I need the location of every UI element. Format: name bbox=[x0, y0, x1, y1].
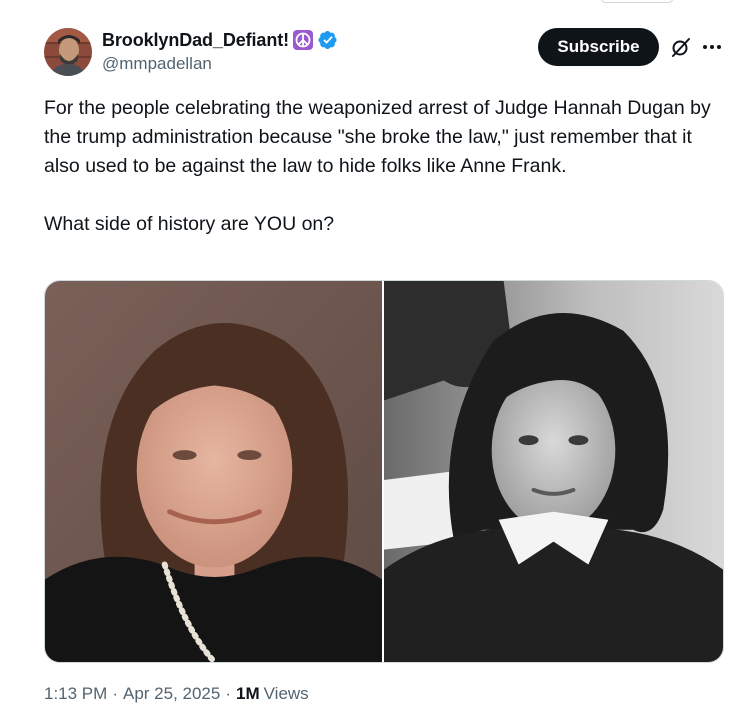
views-label: Views bbox=[263, 684, 309, 703]
author-name-row[interactable]: BrooklynDad_Defiant! bbox=[102, 28, 338, 52]
display-name[interactable]: BrooklynDad_Defiant! bbox=[102, 30, 289, 51]
author-handle[interactable]: @mmpadellan bbox=[102, 54, 212, 74]
grok-icon[interactable] bbox=[669, 35, 693, 59]
tweet-card: BrooklynDad_Defiant! @mmpadellan Subscri… bbox=[0, 0, 752, 726]
subscribe-button[interactable]: Subscribe bbox=[538, 28, 659, 66]
timestamp-time[interactable]: 1:13 PM bbox=[44, 684, 107, 704]
media-grid bbox=[44, 280, 724, 663]
meta-separator: · bbox=[225, 684, 232, 703]
tweet-paragraph: What side of history are YOU on? bbox=[44, 213, 335, 235]
tweet-paragraph: For the people celebrating the weaponize… bbox=[44, 97, 711, 177]
photo-woman-portrait[interactable] bbox=[45, 281, 382, 662]
timestamp-date[interactable]: Apr 25, 2025 bbox=[123, 684, 220, 704]
tweet-text: For the people celebrating the weaponize… bbox=[44, 94, 724, 239]
peace-icon bbox=[292, 29, 314, 51]
avatar[interactable] bbox=[44, 28, 92, 76]
more-icon[interactable] bbox=[700, 35, 724, 59]
verified-badge-icon[interactable] bbox=[318, 30, 338, 50]
views-count[interactable]: 1M bbox=[236, 684, 260, 704]
meta-separator: · bbox=[112, 684, 118, 703]
tweet-meta: 1:13 PM · Apr 25, 2025 · 1M Views bbox=[44, 684, 309, 704]
partial-button-top[interactable] bbox=[600, 0, 674, 3]
photo-anne-frank-portrait[interactable] bbox=[384, 281, 723, 662]
